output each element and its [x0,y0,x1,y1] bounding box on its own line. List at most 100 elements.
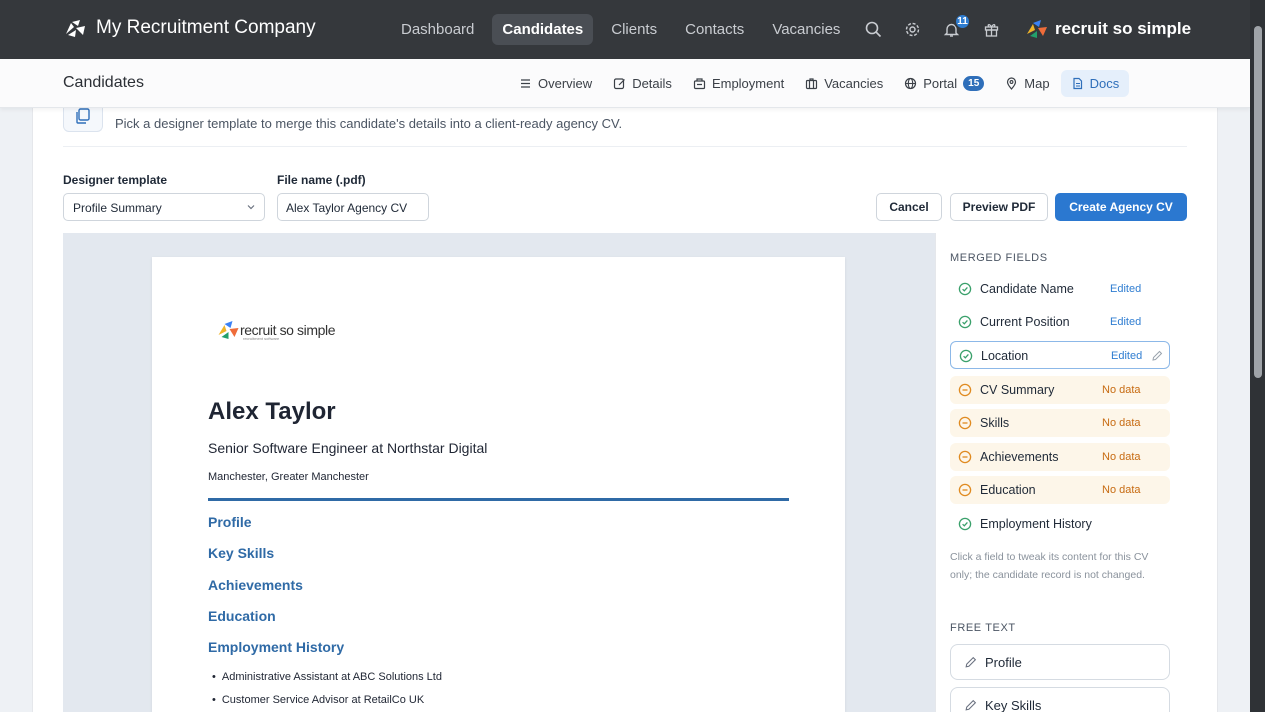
field-name: Achievements [980,450,1059,464]
building-icon [693,78,706,90]
check-circle-icon [958,282,972,296]
field-candidate-name[interactable]: Candidate Name Edited [950,275,1170,303]
nav-dashboard[interactable]: Dashboard [391,14,484,45]
free-text-heading: FREE TEXT [950,622,1016,634]
field-employment-history[interactable]: Employment History [950,510,1170,538]
document-copy-icon [76,107,90,124]
field-name: Employment History [980,517,1092,531]
gear-icon[interactable] [902,19,922,39]
field-name: CV Summary [980,383,1055,397]
cv-section-profile: Profile [208,514,252,530]
field-name: Location [981,349,1029,363]
free-text-label: Profile [985,654,1022,670]
nav-clients[interactable]: Clients [601,14,667,45]
tab-docs[interactable]: Docs [1060,70,1130,97]
cv-employment-item: Customer Service Advisor at RetailCo UK [212,694,424,706]
field-status: Edited [1111,350,1143,362]
cv-candidate-name: Alex Taylor [208,398,336,425]
tab-vacancies[interactable]: Vacancies [795,70,893,97]
main-nav: Dashboard Candidates Clients Contacts Va… [391,14,858,45]
tab-map[interactable]: Map [995,70,1059,97]
field-location[interactable]: Location Edited [950,341,1170,369]
field-education[interactable]: Education No data [950,476,1170,504]
cv-current-position: Senior Software Engineer at Northstar Di… [208,440,488,456]
tab-label: Employment [711,76,785,91]
company-brand[interactable]: My Recruitment Company [63,17,316,39]
template-select[interactable]: Profile Summary [63,193,265,221]
candidate-tabs: Overview Details Employment Vacancies Po… [509,70,1130,97]
company-logo-icon [66,20,85,37]
product-logo-mark-icon [1027,20,1047,38]
merged-fields-heading: MERGED FIELDS [950,252,1048,264]
merge-fields-panel [935,233,1187,712]
tab-label: Portal [923,76,958,91]
pencil-icon [965,656,977,668]
chevron-down-icon [247,205,255,210]
cv-logo-mark-icon [218,321,239,339]
tab-details[interactable]: Details [603,70,682,97]
pencil-icon[interactable] [1151,350,1163,362]
page-scrollbar-thumb[interactable] [1254,26,1262,378]
tab-overview[interactable]: Overview [509,70,602,97]
create-agency-cv-button[interactable]: Create Agency CV [1055,193,1187,221]
minus-circle-icon [958,450,972,464]
minus-circle-icon [958,483,972,497]
gift-icon[interactable] [981,19,1001,39]
top-navbar: My Recruitment Company Dashboard Candida… [0,0,1250,59]
nav-candidates[interactable]: Candidates [492,14,594,45]
card-description: Pick a designer template to merge this c… [115,116,623,131]
template-label: Designer template [63,173,168,187]
field-status: No data [1102,417,1141,429]
tab-portal[interactable]: Portal 15 [894,70,994,97]
preview-pdf-button[interactable]: Preview PDF [950,193,1048,221]
search-icon[interactable] [863,19,883,39]
field-name: Candidate Name [980,282,1074,296]
globe-icon [905,77,917,90]
field-achievements[interactable]: Achievements No data [950,443,1170,471]
field-name: Skills [980,416,1010,430]
company-name: My Recruitment Company [96,17,316,38]
check-circle-icon [959,349,973,363]
cancel-button[interactable]: Cancel [876,193,942,221]
field-current-position[interactable]: Current Position Edited [950,308,1170,336]
cv-logo: recruit so simple recruitment software [216,320,336,341]
cv-logo-subtext: recruitment software [243,336,280,341]
field-status: No data [1102,484,1141,496]
check-circle-icon [958,315,972,329]
cv-divider [208,498,789,501]
field-status: No data [1102,451,1141,463]
briefcase-icon [806,78,818,90]
card-divider [63,146,1187,147]
candidate-subbar: Candidates Overview Details Employment V… [0,59,1250,108]
cv-section-education: Education [208,608,276,624]
field-status: Edited [1110,283,1142,295]
cv-section-achievements: Achievements [208,577,303,593]
tab-label: Overview [538,76,593,91]
free-text-label: Key Skills [985,697,1042,712]
tab-employment[interactable]: Employment [683,70,794,97]
check-circle-icon [958,517,972,531]
minus-circle-icon [958,416,972,430]
cv-employment-item: Administrative Assistant at ABC Solution… [212,671,442,683]
field-skills[interactable]: Skills No data [950,409,1170,437]
tab-label: Details [632,76,672,91]
filename-input[interactable]: Alex Taylor Agency CV [277,193,429,221]
field-cv-summary[interactable]: CV Summary No data [950,376,1170,404]
nav-contacts[interactable]: Contacts [675,14,754,45]
tab-label: Docs [1089,76,1120,91]
field-name: Current Position [980,315,1070,329]
document-icon [1072,77,1082,90]
product-logo-text: recruit so simple [1055,19,1192,38]
template-select-value: Profile Summary [73,201,162,215]
field-name: Education [980,483,1036,497]
free-text-profile-button[interactable]: Profile [950,644,1170,680]
cv-location: Manchester, Greater Manchester [208,471,369,483]
pin-icon [1007,77,1017,90]
list-icon [521,79,530,88]
free-text-key-skills-button[interactable]: Key Skills [950,687,1170,712]
edit-icon [614,78,626,90]
nav-vacancies[interactable]: Vacancies [762,14,850,45]
page-title: Candidates [63,74,144,91]
minus-circle-icon [958,383,972,397]
cv-section-employment-history: Employment History [208,639,345,655]
